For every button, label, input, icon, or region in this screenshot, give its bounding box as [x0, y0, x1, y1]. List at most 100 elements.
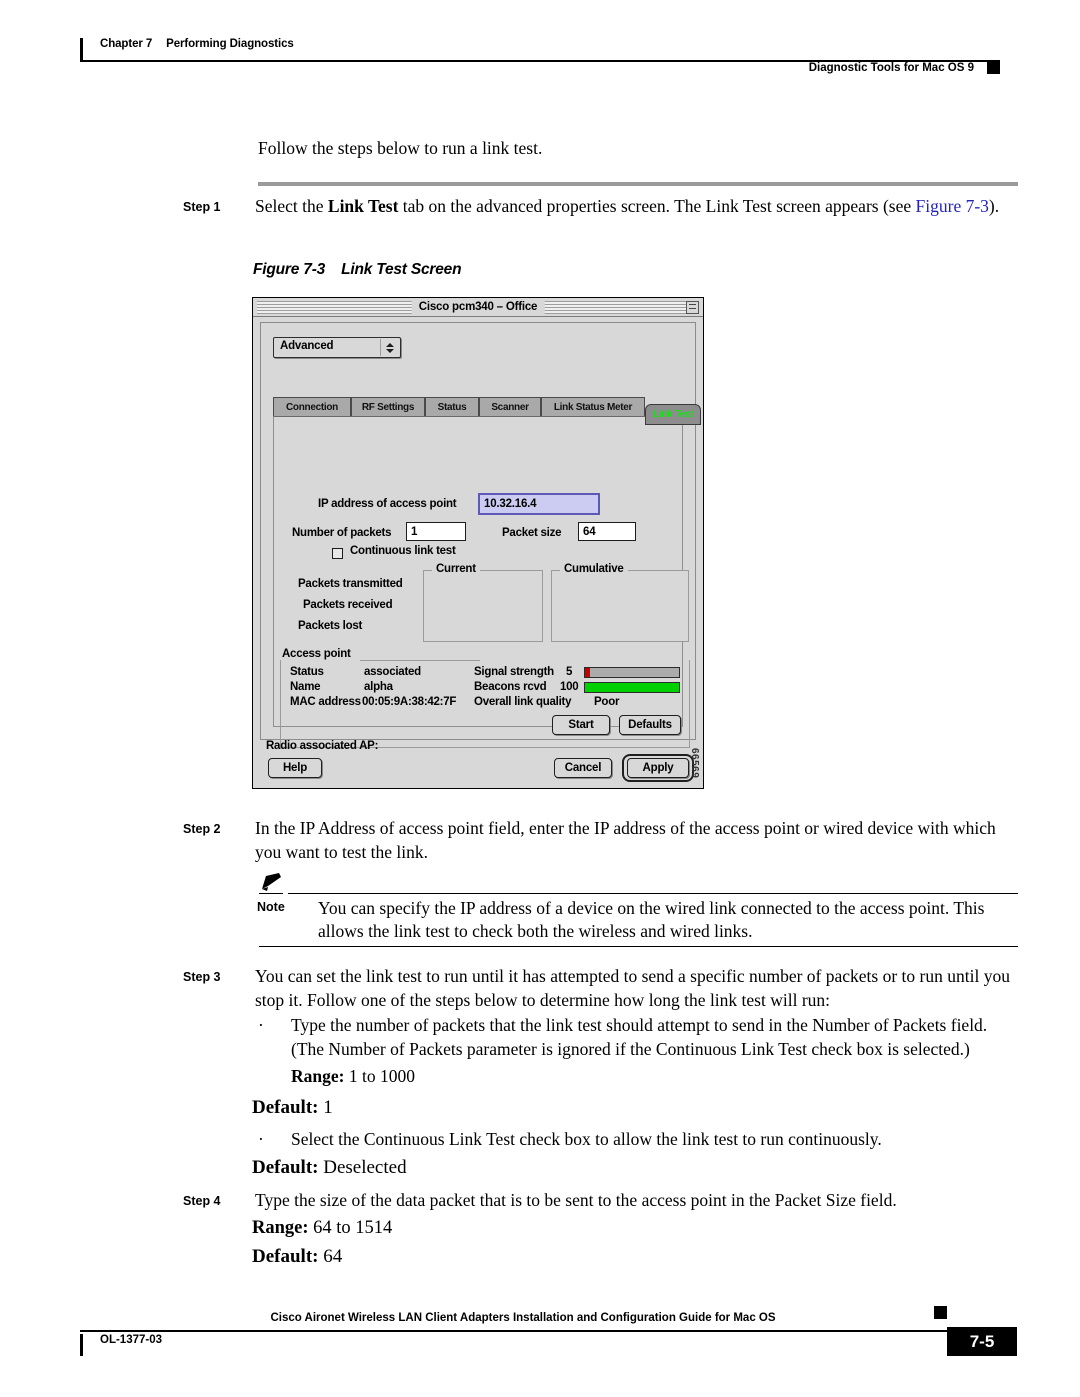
- collapse-box-icon[interactable]: [686, 301, 699, 314]
- note-rule-bottom: [259, 946, 1018, 947]
- footer-page-number: 7-5: [947, 1327, 1017, 1356]
- step-2-body: In the IP Address of access point field,…: [255, 818, 996, 862]
- packets-lost-label: Packets lost: [298, 620, 363, 632]
- figure-cross-reference-link[interactable]: Figure 7-3: [916, 196, 989, 216]
- ap-mac-value: 00:05:9A:38:42:7F: [362, 696, 457, 708]
- intro-paragraph: Follow the steps below to run a link tes…: [258, 138, 543, 158]
- footer-document-number: OL-1377-03: [100, 1334, 163, 1346]
- range-value-step4: 64 to 1514: [308, 1218, 393, 1238]
- radio-associated-ap-label: Radio associated AP:: [266, 740, 379, 752]
- start-button[interactable]: Start: [552, 715, 610, 735]
- signal-strength-meter: [584, 667, 680, 678]
- default-line-1: Default: 1: [252, 1097, 333, 1119]
- default-value-2: Deselected: [318, 1157, 407, 1178]
- dialog-title-bar[interactable]: Cisco pcm340 – Office: [253, 298, 703, 317]
- chapter-number: Chapter 7: [100, 38, 153, 50]
- beacons-rcvd-label: Beacons rcvd: [474, 681, 547, 693]
- signal-strength-label: Signal strength: [474, 666, 554, 678]
- figure-caption: Figure 7-3 Link Test Screen: [253, 261, 462, 279]
- access-point-group-label: Access point: [282, 648, 351, 660]
- tab-connection[interactable]: Connection: [273, 397, 351, 417]
- cancel-button[interactable]: Cancel: [554, 758, 612, 778]
- section-divider: [258, 182, 1018, 186]
- beacons-rcvd-value: 100: [560, 681, 579, 693]
- default-value-1: 1: [318, 1097, 333, 1118]
- packets-received-label: Packets received: [303, 599, 393, 611]
- continuous-link-test-checkbox[interactable]: [332, 548, 343, 559]
- range-label-1: Range:: [291, 1066, 345, 1086]
- ap-mac-label: MAC address: [290, 696, 361, 708]
- figure-id-number: 66569: [689, 748, 700, 779]
- tab-rf-settings[interactable]: RF Settings: [351, 397, 425, 417]
- chevron-up-icon: [385, 342, 394, 347]
- step-1-body: Select the Link Test tab on the advanced…: [255, 194, 1021, 218]
- default-label-1: Default:: [252, 1097, 319, 1118]
- link-test-dialog: Cisco pcm340 – Office Advanced Connectio…: [252, 297, 704, 789]
- tab-link-test[interactable]: Link Test: [645, 404, 701, 425]
- number-of-packets-input[interactable]: 1: [406, 522, 466, 541]
- bullet-item-2-text: Select the Continuous Link Test check bo…: [291, 1129, 882, 1149]
- step-1-label: Step 1: [183, 200, 221, 214]
- step-1-text-after: tab on the advanced properties screen. T…: [398, 196, 916, 216]
- step-1-text-before: Select the: [255, 196, 328, 216]
- dialog-title: Cisco pcm340 – Office: [411, 300, 545, 315]
- step-4-body: Type the size of the data packet that is…: [255, 1190, 897, 1210]
- figure-caption-number: Figure 7-3: [253, 261, 326, 278]
- ip-address-input[interactable]: 10.32.16.4: [478, 493, 600, 515]
- footer-square: [934, 1306, 947, 1319]
- running-head-square: [987, 61, 1000, 74]
- bullet-marker-2: ·: [258, 1129, 264, 1149]
- tab-link-status-meter[interactable]: Link Status Meter: [541, 397, 645, 417]
- dialog-footer: Radio associated AP: Help Cancel Apply: [260, 738, 696, 784]
- number-of-packets-label: Number of packets: [292, 527, 392, 539]
- footer-tick: [80, 1334, 83, 1356]
- signal-strength-meter-fill: [585, 668, 590, 677]
- beacons-rcvd-meter: [584, 682, 680, 693]
- overall-link-quality-label: Overall link quality: [474, 696, 572, 708]
- ap-status-value: associated: [364, 666, 421, 678]
- signal-strength-value: 5: [566, 666, 573, 678]
- profile-popup-value: Advanced: [280, 340, 334, 352]
- profile-popup-menu[interactable]: Advanced: [273, 337, 401, 358]
- continuous-link-test-label: Continuous link test: [350, 545, 456, 557]
- range-value-1: 1 to 1000: [344, 1066, 415, 1086]
- note-rule-top: [288, 893, 1018, 894]
- tab-scanner[interactable]: Scanner: [479, 397, 541, 417]
- step-3-body: You can set the link test to run until i…: [255, 966, 1010, 1010]
- footer-rule: [80, 1330, 1000, 1332]
- note-body: You can specify the IP address of a devi…: [318, 898, 985, 941]
- packets-transmitted-label: Packets transmitted: [298, 578, 403, 590]
- packet-size-label: Packet size: [502, 527, 562, 539]
- bullet-item-1-text: Type the number of packets that the link…: [291, 1015, 988, 1059]
- ip-address-label: IP address of access point: [318, 498, 457, 510]
- help-button[interactable]: Help: [268, 758, 322, 778]
- current-column-header: Current: [432, 563, 480, 575]
- apply-button[interactable]: Apply: [627, 758, 689, 778]
- packet-size-input[interactable]: 64: [578, 522, 636, 541]
- step-3-label: Step 3: [183, 970, 221, 984]
- running-head-section: Diagnostic Tools for Mac OS 9: [808, 62, 974, 74]
- default-line-2: Default: Deselected: [252, 1157, 407, 1179]
- document-page: Chapter 7 Performing Diagnostics Diagnost…: [0, 0, 1080, 1397]
- cumulative-column-header: Cumulative: [560, 563, 628, 575]
- running-head-tick: [80, 38, 83, 60]
- defaults-button[interactable]: Defaults: [619, 715, 681, 735]
- default-label-2: Default:: [252, 1157, 319, 1178]
- default-value-step4: 64: [318, 1246, 343, 1267]
- popup-arrows-icon: [380, 339, 398, 356]
- note-pencil-icon: [262, 873, 281, 891]
- step-1-bold: Link Test: [327, 196, 399, 216]
- ap-name-value: alpha: [364, 681, 393, 693]
- ap-status-label: Status: [290, 666, 324, 678]
- tab-bar: Connection RF Settings Status Scanner Li…: [273, 397, 701, 425]
- default-line-step4: Default: 64: [252, 1246, 342, 1268]
- range-line-step4: Range: 64 to 1514: [252, 1218, 392, 1239]
- step-2-label: Step 2: [183, 822, 221, 836]
- figure-caption-title: Link Test Screen: [341, 261, 462, 278]
- chapter-title: Performing Diagnostics: [166, 38, 294, 50]
- step-4-label: Step 4: [183, 1194, 221, 1208]
- dialog-body: Advanced Connection RF Settings Status S…: [253, 317, 703, 788]
- bullet-marker: ·: [258, 1015, 264, 1035]
- range-label-step4: Range:: [252, 1218, 309, 1238]
- tab-status[interactable]: Status: [425, 397, 479, 417]
